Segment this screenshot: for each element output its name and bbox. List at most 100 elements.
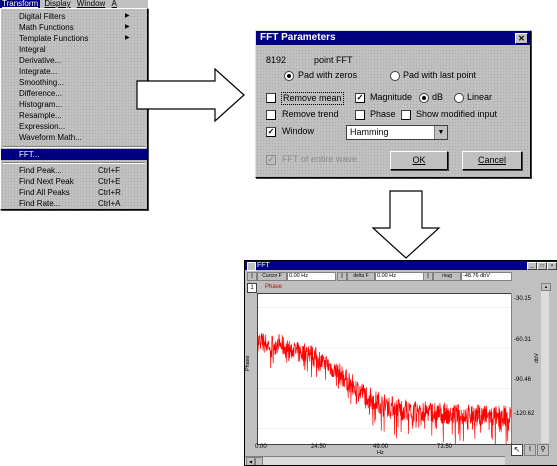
menu-window[interactable]: Window (75, 0, 107, 8)
menu-item-find-rate[interactable]: Find Rate... Ctrl+A (1, 198, 147, 209)
menu-item-label: Template Functions (19, 34, 89, 43)
window-label: Window (282, 126, 315, 136)
fft-entire-checkbox[interactable]: ✓ (266, 155, 276, 165)
fft-points-label: point FFT (314, 55, 353, 65)
x-tick-label: 73.50 (437, 444, 453, 450)
window-type-value: Hamming (350, 127, 389, 137)
menu-transform[interactable]: Transform (0, 0, 41, 8)
plot-window-title: FFT (257, 262, 270, 269)
vertical-scrollbar[interactable]: ▲ (541, 283, 551, 443)
remove-mean-label: Remove mean (281, 92, 344, 105)
show-modified-checkbox[interactable] (401, 110, 411, 120)
menu-item-histogram[interactable]: Histogram... (1, 99, 147, 110)
menu-a[interactable]: A (110, 0, 119, 8)
remove-trend-checkbox[interactable] (266, 110, 276, 120)
scroll-left-icon[interactable]: ◀ (246, 457, 255, 465)
menu-item-waveform-math[interactable]: Waveform Math... (1, 132, 147, 143)
menu-item-difference[interactable]: Difference... (1, 88, 147, 99)
menu-item-template-functions[interactable]: Template Functions ▶ (1, 33, 147, 44)
chevron-down-icon[interactable]: ▼ (434, 126, 447, 139)
maximize-icon[interactable]: □ (537, 262, 547, 270)
menu-item-shortcut: Ctrl+R (98, 188, 121, 197)
fft-points-value[interactable]: 8192 (266, 55, 286, 66)
delta-f-value[interactable]: 0.00 Hz (375, 272, 424, 281)
close-icon[interactable]: ✕ (515, 33, 528, 44)
pad-last-radio[interactable] (390, 71, 400, 81)
minimize-icon[interactable]: _ (527, 262, 537, 270)
plot-toolbar: ▯ Cursor F 0.00 Hz ▯ delta F 0.00 Hz ▯ m… (245, 271, 557, 281)
mag-value[interactable]: -48.76 dbV (461, 272, 512, 281)
menu-item-label: Find Rate... (19, 199, 61, 208)
dialog-title: FFT Parameters (260, 32, 336, 43)
menu-item-digital-filters[interactable]: Digital Filters ▶ (1, 11, 147, 22)
magnitude-label: Magnitude (370, 92, 413, 102)
menu-item-smoothing[interactable]: Smoothing... (1, 77, 147, 88)
menu-item-find-peak[interactable]: Find Peak... Ctrl+F (1, 165, 147, 176)
linear-radio[interactable] (454, 93, 464, 103)
fft-plot-area[interactable] (257, 293, 512, 445)
left-axis-label: Phase (245, 355, 251, 371)
zoom-tool-icon[interactable]: ⚲ (537, 444, 549, 456)
x-tick-label: 0.00 (255, 444, 267, 450)
menu-item-label: Histogram... (19, 100, 63, 109)
ok-button[interactable]: OK (390, 151, 448, 170)
menu-item-label: Find Next Peak (19, 177, 74, 186)
menu-item-expression[interactable]: Expression... (1, 121, 147, 132)
menu-item-math-functions[interactable]: Math Functions ▶ (1, 22, 147, 33)
mag-mode-icon[interactable]: ▯ (423, 272, 433, 281)
close-icon[interactable]: × (547, 262, 557, 270)
remove-mean-checkbox[interactable] (266, 93, 276, 103)
pad-zeros-radio[interactable] (284, 71, 294, 81)
scroll-up-icon[interactable]: ▲ (541, 283, 551, 291)
menu-item-integral[interactable]: Integral (1, 44, 147, 55)
menu-separator (3, 146, 145, 148)
y-tick-label: -60.31 (514, 337, 532, 343)
magnitude-checkbox[interactable]: ✓ (355, 93, 365, 103)
channel-number[interactable]: 1 (247, 283, 257, 293)
menu-item-label: Expression... (19, 122, 66, 131)
menu-item-fft[interactable]: FFT... (1, 149, 147, 160)
window-checkbox[interactable]: ✓ (266, 127, 276, 137)
menu-item-label: Smoothing... (19, 78, 64, 87)
menu-item-label: FFT... (19, 150, 40, 159)
menu-item-find-next-peak[interactable]: Find Next Peak Ctrl+E (1, 176, 147, 187)
menu-item-find-all-peaks[interactable]: Find All Peaks Ctrl+R (1, 187, 147, 198)
transform-menu: Digital Filters ▶ Math Functions ▶ Templat… (0, 8, 148, 210)
submenu-arrow-icon: ▶ (125, 13, 130, 19)
phase-label: Phase (370, 109, 396, 119)
y-tick-label: -90.46 (514, 377, 532, 383)
down-arrow-icon (371, 190, 441, 259)
dialog-title-bar: FFT Parameters ✕ (256, 31, 530, 45)
y-tick-label: -30.15 (514, 296, 532, 302)
menu-item-shortcut: Ctrl+E (98, 177, 121, 186)
app-icon[interactable] (247, 262, 256, 271)
menu-display[interactable]: Display (42, 0, 72, 8)
menu-item-derivative[interactable]: Derivative... (1, 55, 147, 66)
channel-name: Phase (265, 284, 283, 290)
fft-parameters-dialog: FFT Parameters ✕ 8192 point FFT Pad with… (255, 30, 531, 178)
window-type-select[interactable]: Hamming ▼ (346, 125, 448, 140)
pad-last-label: Pad with last point (403, 70, 477, 80)
delta-mode-icon[interactable]: ▯ (337, 272, 347, 281)
db-radio[interactable] (419, 93, 429, 103)
menu-item-label: Find Peak... (19, 166, 62, 175)
y-axis-panel: -30.15 -60.31 -90.46 -120.62 dbV (511, 293, 542, 443)
menu-item-shortcut: Ctrl+F (98, 166, 120, 175)
menu-item-integrate[interactable]: Integrate... (1, 66, 147, 77)
mag-label: mag (433, 272, 461, 281)
menu-item-label: Math Functions (19, 23, 74, 32)
pad-zeros-label: Pad with zeros (298, 70, 358, 80)
submenu-arrow-icon: ▶ (125, 24, 130, 30)
scroll-thumb[interactable] (255, 457, 263, 465)
menu-item-label: Waveform Math... (19, 133, 82, 142)
menu-item-resample[interactable]: Resample... (1, 110, 147, 121)
db-label: dB (432, 92, 444, 102)
cursor-mode-icon[interactable]: ▯ (247, 272, 257, 281)
phase-checkbox[interactable] (355, 110, 365, 120)
menu-separator (3, 162, 145, 164)
menu-item-label: Integrate... (19, 67, 58, 76)
pointer-tool-icon[interactable]: ↖ (511, 444, 523, 456)
cancel-button[interactable]: Cancel (462, 151, 522, 170)
text-cursor-tool-icon[interactable]: I (524, 444, 536, 456)
cursor-f-value[interactable]: 0.00 Hz (287, 272, 336, 281)
